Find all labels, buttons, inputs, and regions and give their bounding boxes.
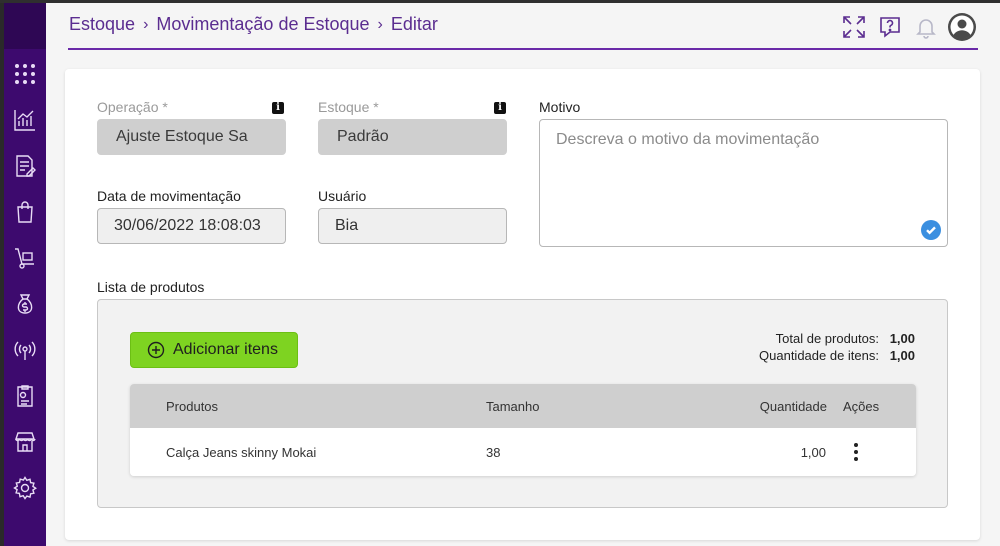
notification-bell-icon[interactable] xyxy=(913,14,939,40)
table-header: Produtos Tamanho Quantidade Ações xyxy=(130,384,916,428)
sidebar xyxy=(0,3,46,546)
data-field[interactable]: 30/06/2022 18:08:03 xyxy=(97,208,286,244)
fullscreen-icon[interactable] xyxy=(841,14,867,40)
add-items-label: Adicionar itens xyxy=(173,341,278,358)
column-quantidade[interactable]: Quantidade xyxy=(750,384,827,428)
data-label: Data de movimentação xyxy=(97,188,241,204)
operacao-field: Ajuste Estoque Sa xyxy=(97,119,286,155)
usuario-field: Bia xyxy=(318,208,507,244)
check-circle-icon xyxy=(921,220,941,240)
broadcast-icon[interactable] xyxy=(12,337,38,363)
column-produtos[interactable]: Produtos xyxy=(166,384,218,428)
breadcrumb: Estoque › Movimentação de Estoque › Edit… xyxy=(69,14,438,35)
table-row: Calça Jeans skinny Mokai 38 1,00 xyxy=(130,428,916,476)
row-produto: Calça Jeans skinny Mokai xyxy=(166,444,317,460)
apps-grid-icon[interactable] xyxy=(12,61,38,87)
usuario-label: Usuário xyxy=(318,188,367,204)
hand-truck-icon[interactable] xyxy=(12,245,38,271)
breadcrumb-movimentacao[interactable]: Movimentação de Estoque xyxy=(156,14,369,35)
quantidade-itens-value: 1,00 xyxy=(889,348,915,363)
motivo-textarea[interactable]: Descreva o motivo da movimentação xyxy=(539,119,948,247)
chevron-right-icon: › xyxy=(377,15,383,33)
totals-summary: Total de produtos: 1,00 Quantidade de it… xyxy=(759,330,915,364)
help-chat-icon[interactable] xyxy=(877,14,903,40)
add-items-button[interactable]: Adicionar itens xyxy=(130,332,298,368)
row-actions xyxy=(854,428,858,476)
info-icon[interactable]: i xyxy=(494,102,506,114)
document-edit-icon[interactable] xyxy=(12,153,38,179)
chevron-right-icon: › xyxy=(143,15,149,33)
lista-produtos-label: Lista de produtos xyxy=(97,279,205,295)
header-divider xyxy=(68,48,978,50)
estoque-label: Estoque * xyxy=(318,99,379,115)
settings-gear-icon[interactable] xyxy=(12,475,38,501)
money-bag-icon[interactable] xyxy=(12,291,38,317)
row-quantidade: 1,00 xyxy=(800,444,826,460)
form-card: Operação * i Ajuste Estoque Sa Estoque *… xyxy=(65,69,980,540)
motivo-placeholder: Descreva o motivo da movimentação xyxy=(556,131,820,148)
estoque-field: Padrão xyxy=(318,119,507,155)
more-vertical-icon[interactable] xyxy=(854,443,858,461)
row-tamanho: 38 xyxy=(486,444,501,460)
products-table: Produtos Tamanho Quantidade Ações Calça … xyxy=(130,384,916,476)
shopping-bag-icon[interactable] xyxy=(12,199,38,225)
info-icon[interactable]: i xyxy=(272,102,284,114)
plus-circle-icon xyxy=(147,341,165,359)
product-list-panel: Adicionar itens Total de produtos: 1,00 … xyxy=(97,299,948,508)
column-tamanho[interactable]: Tamanho xyxy=(486,384,539,428)
column-acoes: Ações xyxy=(843,398,880,414)
page-header: Estoque › Movimentação de Estoque › Edit… xyxy=(46,3,1000,50)
total-produtos-value: 1,00 xyxy=(889,331,915,346)
quantidade-itens-label: Quantidade de itens: xyxy=(759,348,879,363)
chart-icon[interactable] xyxy=(12,107,38,133)
total-produtos-label: Total de produtos: xyxy=(775,331,879,346)
sidebar-header xyxy=(4,3,46,49)
breadcrumb-editar: Editar xyxy=(390,14,438,34)
motivo-label: Motivo xyxy=(539,99,581,115)
user-avatar-icon[interactable] xyxy=(947,12,977,42)
report-icon[interactable] xyxy=(12,383,38,409)
operacao-label: Operação * xyxy=(97,99,168,115)
store-icon[interactable] xyxy=(12,429,38,455)
breadcrumb-estoque[interactable]: Estoque xyxy=(69,14,135,35)
